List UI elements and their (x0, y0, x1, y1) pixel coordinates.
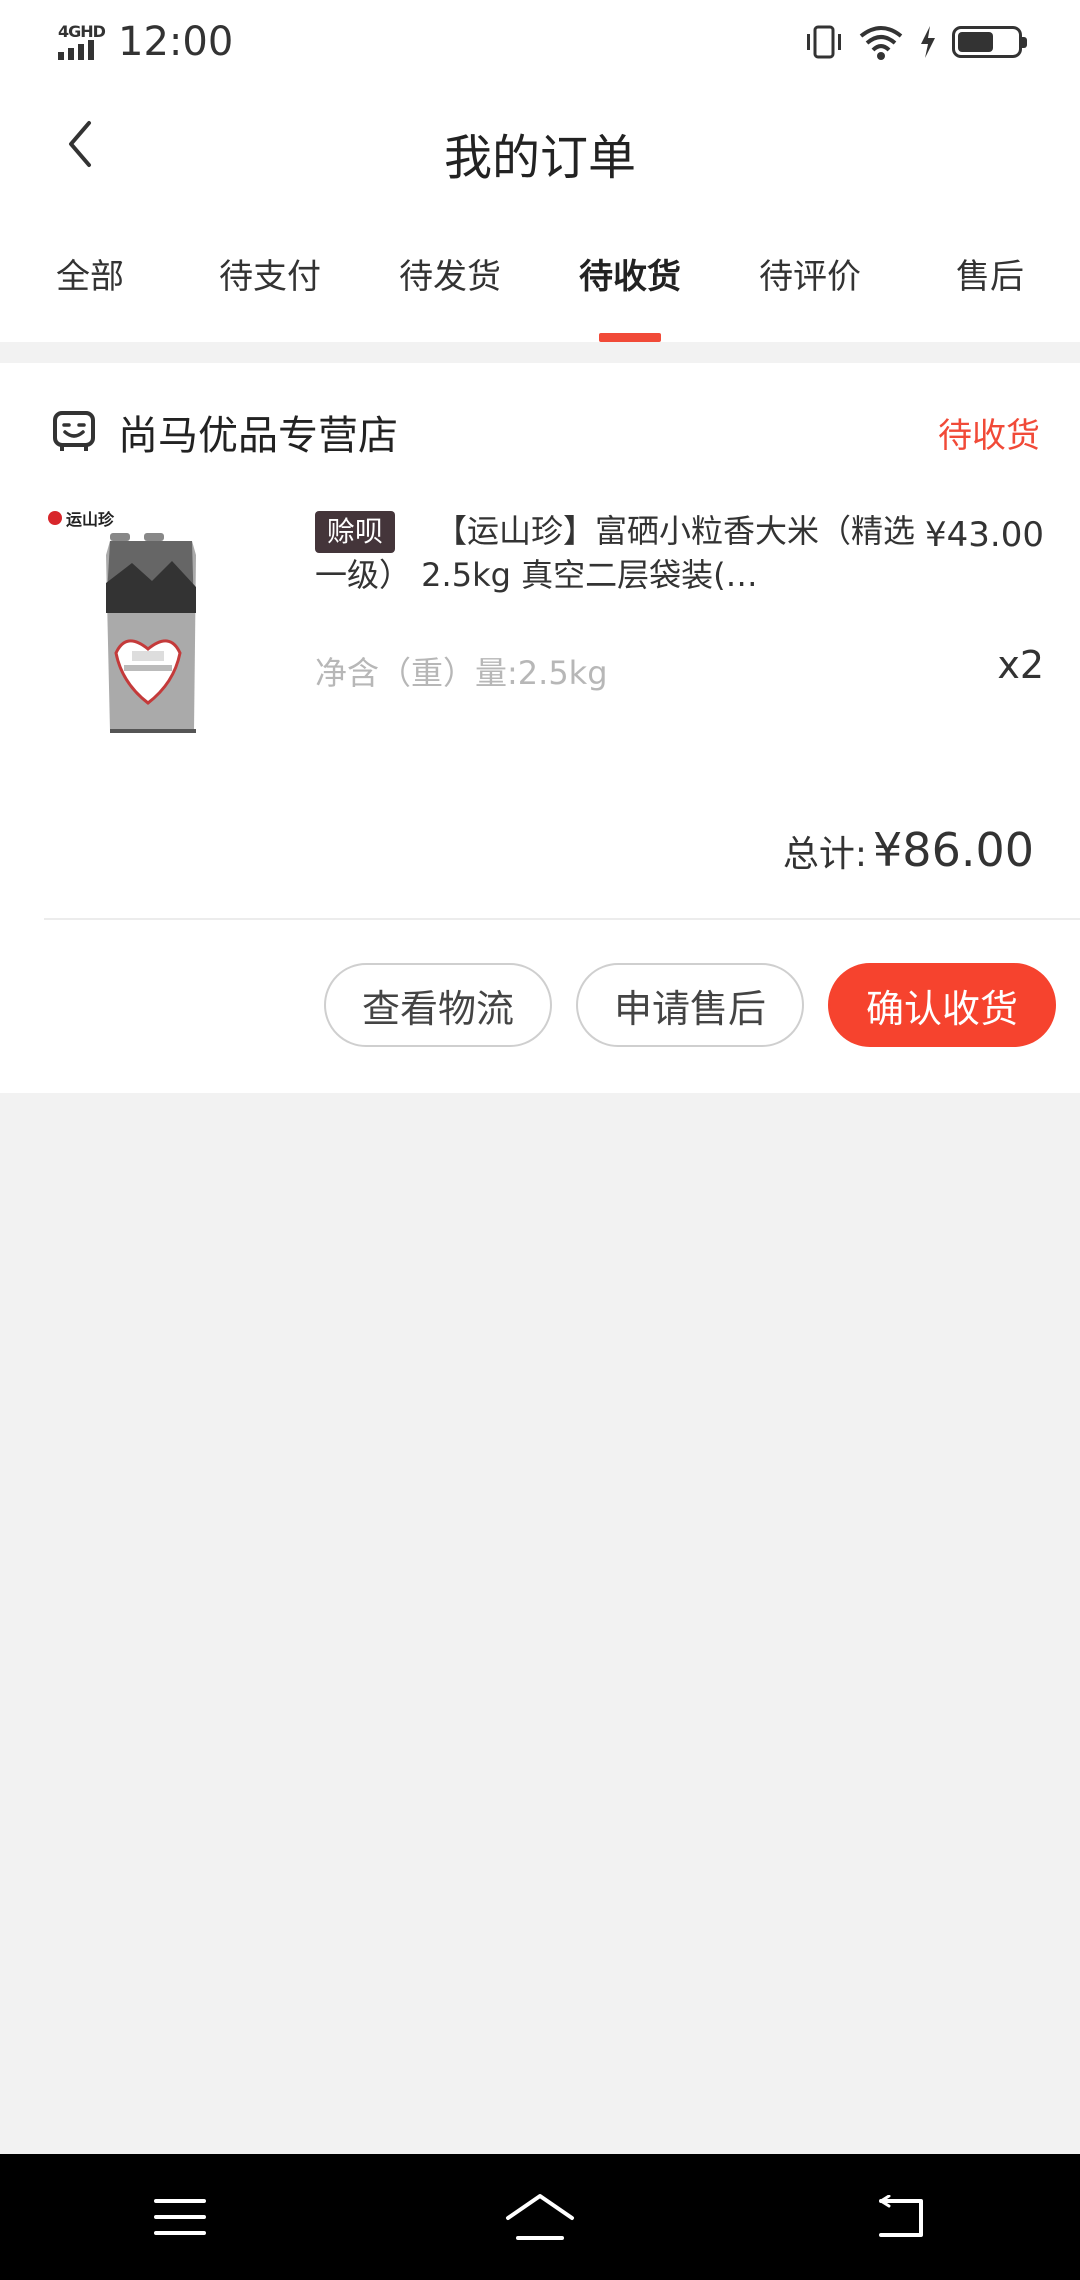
back-icon (879, 2195, 923, 2237)
tab-pending-shipment[interactable]: 待发货 (360, 214, 540, 342)
product-quantity: x2 (997, 643, 1044, 687)
divider (44, 918, 1080, 920)
tab-pending-review[interactable]: 待评价 (720, 214, 900, 342)
vibrate-icon (807, 25, 841, 59)
page-title: 我的订单 (443, 130, 636, 186)
apply-after-sale-button[interactable]: 申请售后 (575, 963, 804, 1047)
view-logistics-button[interactable]: 查看物流 (323, 963, 552, 1047)
product-item[interactable]: 运山珍 赊呗 【运山珍】富硒小粒香大米（精选一级） 2.5kg 真空二层袋装(…… (44, 503, 1044, 743)
battery-icon (952, 26, 1027, 58)
order-status: 待收货 (938, 415, 1040, 456)
order-actions: 查看物流 申请售后 确认收货 (323, 963, 1056, 1047)
back-nav-button[interactable] (855, 2182, 945, 2252)
home-button[interactable] (495, 2182, 585, 2252)
shop-name: 尚马优品专营店 (118, 413, 398, 459)
charging-icon (921, 26, 935, 58)
network-icon: 4GHD (58, 20, 106, 64)
menu-button[interactable] (135, 2182, 225, 2252)
wifi-icon (859, 26, 903, 60)
order-tabs: 全部 待支付 待发货 待收货 待评价 售后 (0, 214, 1080, 342)
status-left: 4GHD 12:00 (58, 19, 233, 65)
network-label: 4GHD (58, 22, 106, 41)
system-nav-bar (0, 2154, 1080, 2280)
tab-pending-payment[interactable]: 待支付 (180, 214, 360, 342)
product-price: ¥43.00 (925, 515, 1044, 555)
header: 我的订单 (0, 84, 1080, 214)
tab-all[interactable]: 全部 (0, 214, 180, 342)
order-total: 总计: ¥86.00 (783, 823, 1034, 877)
product-image: 运山珍 (44, 503, 274, 743)
rice-bag-image: 运山珍 (44, 503, 274, 743)
product-spec: 净含（重）量:2.5kg (315, 654, 608, 692)
status-right (804, 22, 1027, 62)
tab-pending-receipt[interactable]: 待收货 (540, 214, 720, 342)
svg-text:运山珍: 运山珍 (66, 510, 115, 529)
order-card[interactable]: 尚马优品专营店 待收货 运山珍 赊呗 【运山珍】富硒小粒香大米（精选一级） 2.… (0, 363, 1080, 1093)
shop-row[interactable]: 尚马优品专营店 待收货 (52, 397, 1040, 467)
store-icon (53, 411, 95, 451)
confirm-receipt-button[interactable]: 确认收货 (827, 963, 1056, 1047)
tab-after-sale[interactable]: 售后 (900, 214, 1080, 342)
status-time: 12:00 (118, 19, 234, 65)
total-value: ¥86.00 (873, 823, 1034, 877)
status-bar: 4GHD 12:00 (0, 0, 1080, 84)
product-title: 【运山珍】富硒小粒香大米（精选一级） 2.5kg 真空二层袋装(… (315, 512, 916, 594)
menu-icon (154, 2199, 206, 2235)
total-label: 总计: (782, 834, 868, 875)
home-icon (506, 2194, 574, 2240)
